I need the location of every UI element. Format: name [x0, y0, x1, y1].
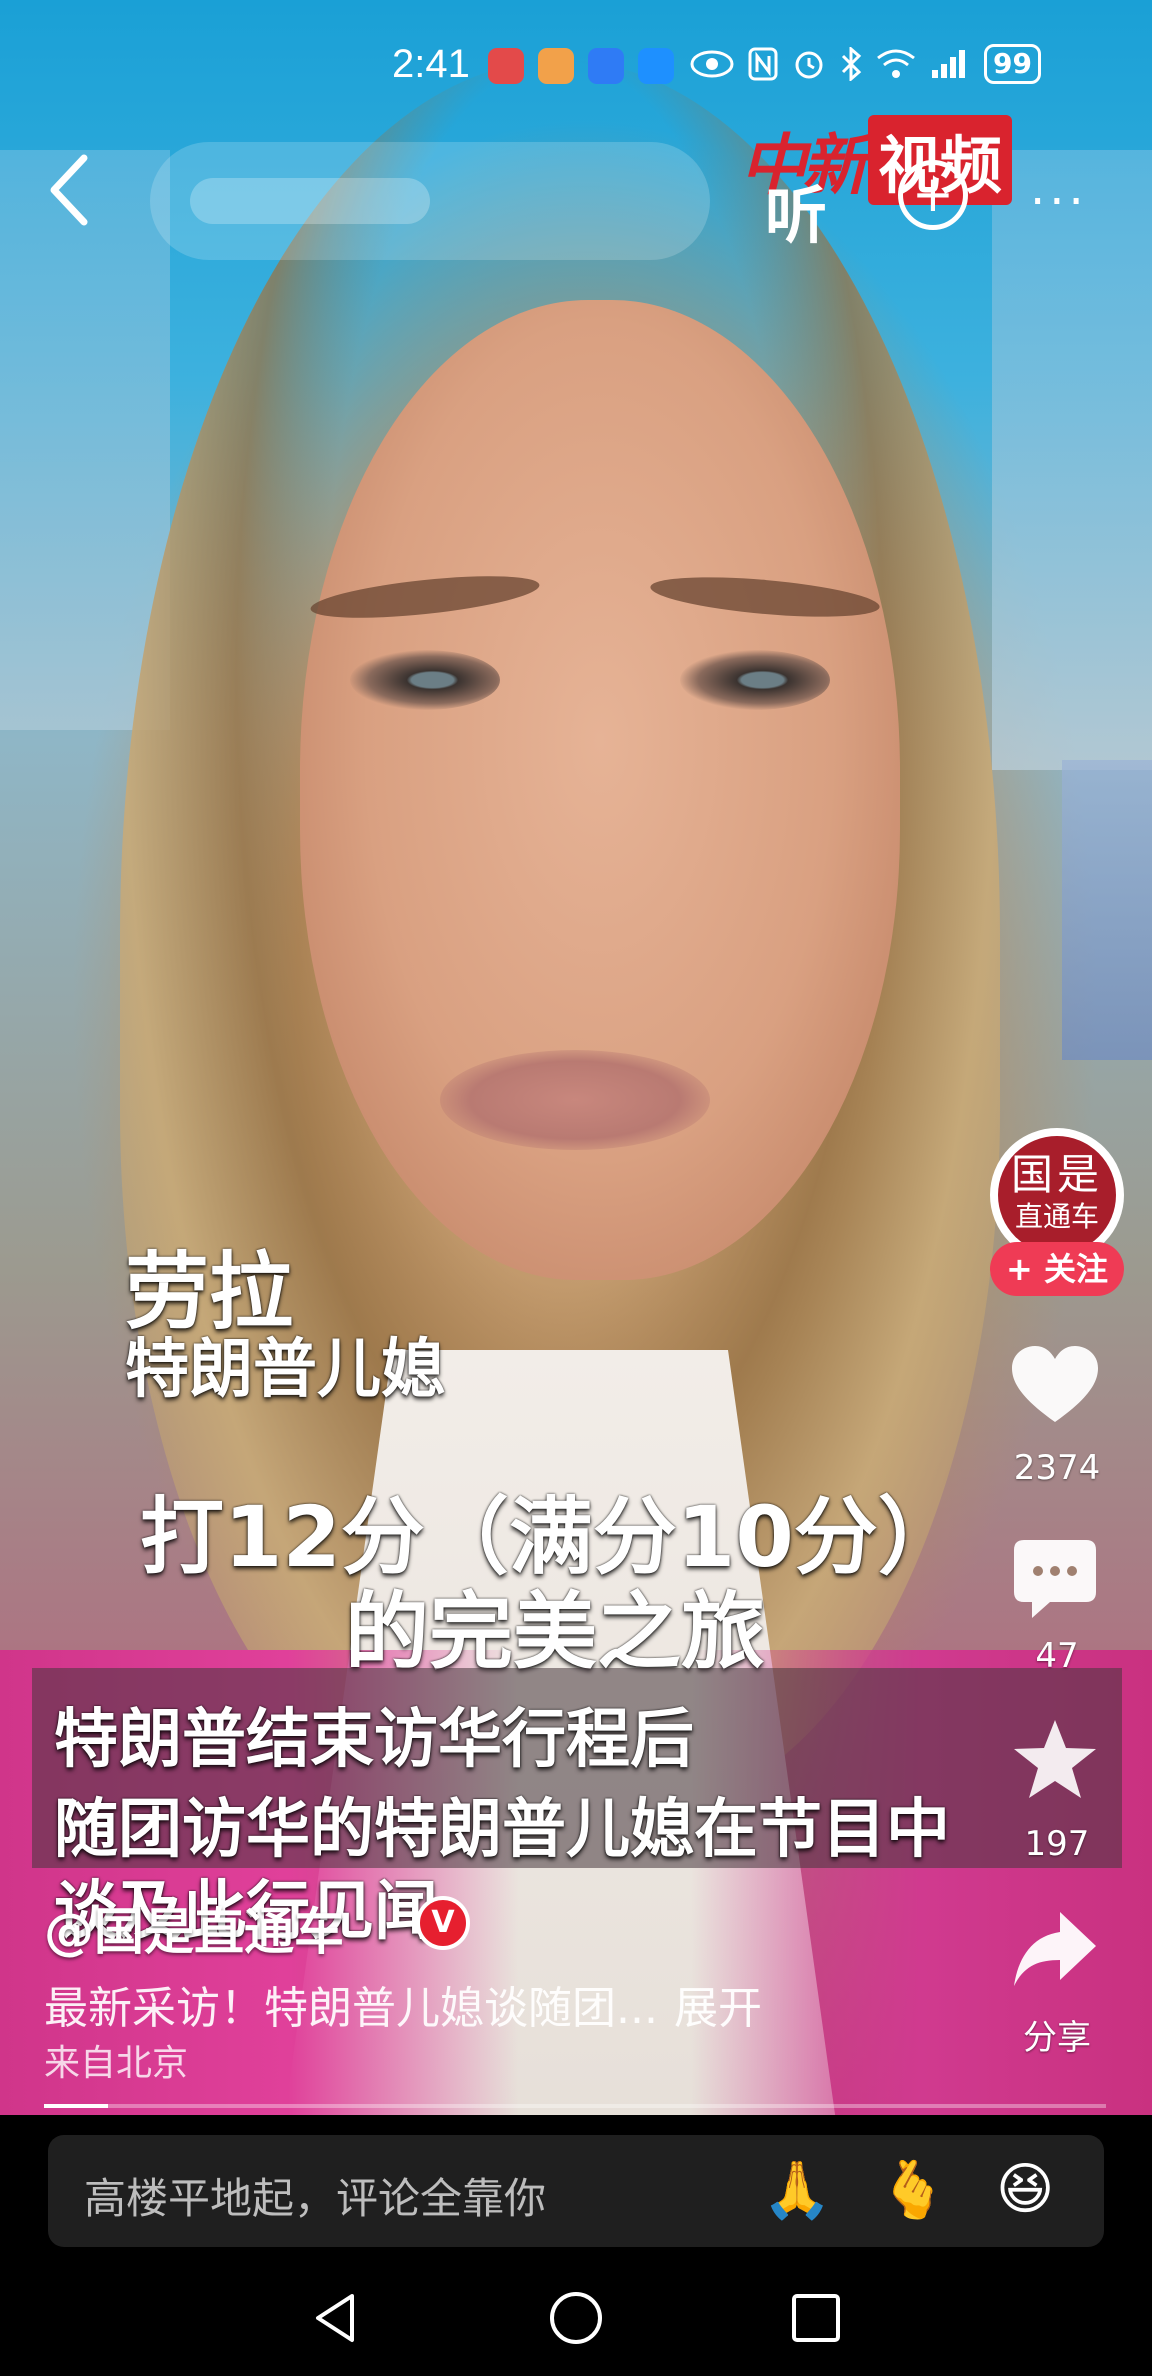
listen-button[interactable]: 听 [765, 165, 827, 255]
status-time: 2:41 [392, 42, 470, 86]
subtitle-line2: 随团访华的特朗普儿媳在节目中 [54, 1793, 950, 1867]
post-location: 来自北京 [44, 2043, 189, 2084]
system-nav-bar [0, 2260, 1152, 2376]
emoji-pray-button[interactable]: 🙏 [762, 2157, 832, 2223]
post-description[interactable]: 最新采访！特朗普儿媳谈随团... 展开 [44, 1972, 762, 2036]
video-eye-right [680, 650, 830, 710]
verified-badge: V [416, 1896, 470, 1950]
avatar-text-bottom: 直通车 [1014, 1200, 1099, 1233]
game-app-icon [538, 48, 574, 84]
back-arrow-icon [50, 154, 88, 226]
nav-home-icon [550, 2292, 602, 2344]
share-label: 分享 [1023, 2018, 1091, 2058]
favorite-button[interactable] [1010, 1716, 1100, 1806]
status-bar: 2:41 99 [0, 0, 1152, 130]
comment-count: 47 [1035, 1636, 1079, 1676]
search-placeholder-blur [190, 178, 430, 224]
eye-icon [690, 50, 734, 78]
like-button[interactable] [1010, 1344, 1100, 1434]
share-arrow-icon [1014, 1912, 1096, 1986]
video-progress-bar[interactable] [44, 2104, 1106, 2108]
plus-icon: + [912, 165, 954, 223]
video-sky-right [992, 150, 1152, 770]
caption-role: 特朗普儿媳 [125, 1333, 445, 1407]
expand-link[interactable]: 展开 [674, 1983, 762, 2034]
emoji-heart-hand-button[interactable]: 🫰 [878, 2157, 948, 2223]
subtitle-line1: 特朗普结束访华行程后 [54, 1703, 694, 1777]
messaging-app-icon [588, 48, 624, 84]
star-icon [1014, 1720, 1096, 1798]
comment-bar: 高楼平地起，评论全靠你 🙏 🫰 😆 [0, 2115, 1152, 2260]
avatar-text-top: 国是 [1010, 1150, 1103, 1199]
nfc-icon [748, 47, 778, 81]
video-lips [440, 1050, 710, 1150]
wifi-icon [877, 49, 915, 78]
avatar-seal: 国是 直通车 [998, 1136, 1116, 1254]
author-name[interactable]: @国是直通车 [44, 1892, 344, 1964]
search-bar[interactable] [150, 142, 710, 260]
description-text: 最新采访！特朗普儿媳谈随团... [44, 1983, 658, 2034]
huawei-app-icon [488, 48, 524, 84]
emoji-laugh-button[interactable]: 😆 [996, 2157, 1054, 2222]
video-player[interactable]: 劳拉 特朗普儿媳 打12分（满分10分） 的完美之旅 特朗普结束访华行程后 随团… [0, 0, 1152, 2115]
heart-icon [1012, 1346, 1098, 1422]
battery-indicator: 99 [984, 44, 1041, 84]
bluetooth-icon [841, 47, 862, 81]
nav-recents-icon [792, 2294, 840, 2342]
video-progress-fill [44, 2104, 108, 2108]
browser-app-icon [638, 48, 674, 84]
share-button[interactable] [1010, 1906, 1100, 1996]
status-indicators: 99 [690, 44, 1041, 84]
comment-button[interactable] [1010, 1536, 1100, 1626]
back-button[interactable] [40, 150, 110, 226]
add-button[interactable]: + [898, 160, 968, 230]
nav-home-button[interactable] [546, 2288, 606, 2348]
nav-recents-button[interactable] [786, 2288, 846, 2348]
follow-button[interactable]: + 关注 [990, 1242, 1124, 1296]
nav-back-icon [316, 2294, 354, 2342]
like-count: 2374 [1013, 1448, 1101, 1488]
status-app-icons [488, 48, 674, 84]
favorite-count: 197 [1024, 1824, 1090, 1864]
signal-icon [932, 50, 965, 78]
video-backdrop-right [1062, 760, 1152, 1060]
comment-icon [1014, 1540, 1096, 1618]
comment-input[interactable]: 高楼平地起，评论全靠你 🙏 🫰 😆 [48, 2135, 1104, 2247]
comment-placeholder: 高楼平地起，评论全靠你 [84, 2174, 547, 2223]
video-eye-left [350, 650, 500, 710]
nav-back-button[interactable] [306, 2288, 366, 2348]
alarm-icon [795, 51, 823, 79]
more-button[interactable]: ... [1030, 160, 1088, 216]
